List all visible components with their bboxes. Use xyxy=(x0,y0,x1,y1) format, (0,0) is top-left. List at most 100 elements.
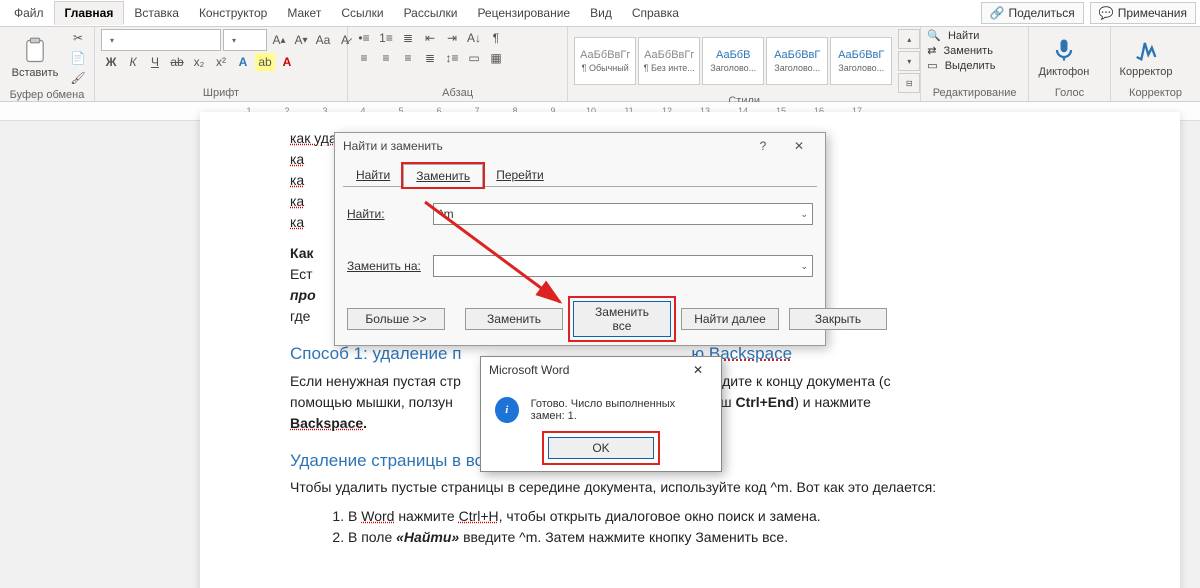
dialog-tab-find[interactable]: Найти xyxy=(343,163,403,186)
tab-design[interactable]: Конструктор xyxy=(189,2,277,24)
align-right-button[interactable]: ≡ xyxy=(398,49,418,67)
justify-button[interactable]: ≣ xyxy=(420,49,440,67)
shrink-font-button[interactable]: A▾ xyxy=(291,31,311,49)
shading-button[interactable]: ▭ xyxy=(464,49,484,67)
find-button[interactable]: 🔍 Найти xyxy=(927,29,979,42)
highlight-button[interactable]: ab xyxy=(255,53,275,71)
styles-scroll-up[interactable]: ▴ xyxy=(898,29,920,49)
font-color-button[interactable]: A xyxy=(277,53,297,71)
tab-layout[interactable]: Макет xyxy=(277,2,331,24)
comments-button[interactable]: 💬Примечания xyxy=(1090,2,1196,24)
show-marks-button[interactable]: ¶ xyxy=(486,29,506,47)
indent-left-button[interactable]: ⇤ xyxy=(420,29,440,47)
close-dialog-button[interactable]: Закрыть xyxy=(789,308,887,330)
cut-button[interactable]: ✂ xyxy=(68,29,88,47)
style-heading2[interactable]: АаБбВвГЗаголово... xyxy=(766,37,828,85)
dialog-close-button[interactable]: ✕ xyxy=(781,139,817,153)
font-family-combo[interactable]: ▾ xyxy=(101,29,221,51)
replace-input[interactable]: ⌄ xyxy=(433,255,813,277)
style-heading3[interactable]: АаБбВвГЗаголово... xyxy=(830,37,892,85)
paste-button[interactable]: Вставить xyxy=(6,30,64,86)
grow-font-button[interactable]: A▴ xyxy=(269,31,289,49)
share-icon: 🔗 xyxy=(990,6,1005,20)
style-normal[interactable]: АаБбВвГг¶ Обычный xyxy=(574,37,636,85)
styles-scroll-down[interactable]: ▾ xyxy=(898,51,920,71)
info-icon: i xyxy=(495,397,519,423)
group-clipboard-label: Буфер обмена xyxy=(6,87,88,103)
styles-expand[interactable]: ⊟ xyxy=(898,73,920,93)
change-case-button[interactable]: Aa xyxy=(313,31,333,49)
doc-line: ка xyxy=(290,151,304,167)
align-left-button[interactable]: ≡ xyxy=(354,49,374,67)
subscript-button[interactable]: x₂ xyxy=(189,53,209,71)
align-center-button[interactable]: ≡ xyxy=(376,49,396,67)
doc-line: ка xyxy=(290,214,304,230)
underline-button[interactable]: Ч xyxy=(145,53,165,71)
tab-home[interactable]: Главная xyxy=(54,1,125,25)
tab-help[interactable]: Справка xyxy=(622,2,689,24)
document-area: 1234567891011121314151617 как удалить пу… xyxy=(0,102,1200,588)
group-editing-label: Редактирование xyxy=(927,85,1022,101)
ribbon: Вставить ✂ 📄 🖌 Буфер обмена ▾ ▾ A▴ A▾ Aa… xyxy=(0,27,1200,102)
doc-line: ка xyxy=(290,172,304,188)
select-button[interactable]: ▭ Выделить xyxy=(927,59,995,72)
find-label: Найти: xyxy=(347,207,425,221)
replace-one-button[interactable]: Заменить xyxy=(465,308,563,330)
more-button[interactable]: Больше >> xyxy=(347,308,445,330)
dialog-tab-goto[interactable]: Перейти xyxy=(483,163,557,186)
italic-button[interactable]: К xyxy=(123,53,143,71)
font-size-combo[interactable]: ▾ xyxy=(223,29,267,51)
dialog-help-button[interactable]: ? xyxy=(745,139,781,153)
dictate-button[interactable]: Диктофон xyxy=(1035,29,1093,85)
bold-button[interactable]: Ж xyxy=(101,53,121,71)
dialog-title: Найти и заменить xyxy=(343,139,443,153)
style-heading1[interactable]: АаБбВЗаголово... xyxy=(702,37,764,85)
borders-button[interactable]: ▦ xyxy=(486,49,506,67)
share-button[interactable]: 🔗Поделиться xyxy=(981,2,1084,24)
replace-button[interactable]: ⇄ Заменить xyxy=(927,44,993,57)
dialog-tab-replace[interactable]: Заменить xyxy=(403,164,483,187)
find-replace-dialog: Найти и заменить ? ✕ Найти Заменить Пере… xyxy=(334,132,826,346)
indent-right-button[interactable]: ⇥ xyxy=(442,29,462,47)
replace-icon: ⇄ xyxy=(927,44,936,57)
comment-icon: 💬 xyxy=(1099,6,1114,20)
doc-line: ка xyxy=(290,193,304,209)
replace-all-button[interactable]: Заменить все xyxy=(573,301,671,337)
list-item: В Word нажмите Ctrl+H, чтобы открыть диа… xyxy=(348,506,1090,527)
ok-button[interactable]: OK xyxy=(548,437,654,459)
editor-button[interactable]: Корректор xyxy=(1117,29,1175,85)
tab-mailings[interactable]: Рассылки xyxy=(394,2,468,24)
search-icon: 🔍 xyxy=(927,29,941,42)
microphone-icon xyxy=(1050,36,1078,64)
group-editor-label: Корректор xyxy=(1117,85,1194,101)
cursor-icon: ▭ xyxy=(927,59,937,72)
tab-review[interactable]: Рецензирование xyxy=(467,2,580,24)
clipboard-icon xyxy=(21,37,49,65)
bullets-button[interactable]: •≡ xyxy=(354,29,374,47)
message-close-button[interactable]: ✕ xyxy=(683,363,713,377)
text-effects-button[interactable]: A xyxy=(233,53,253,71)
line-spacing-button[interactable]: ↕≡ xyxy=(442,49,462,67)
message-title: Microsoft Word xyxy=(489,363,569,377)
list-item: В поле «Найти» введите ^m. Затем нажмите… xyxy=(348,527,1090,548)
find-input[interactable]: ^m⌄ xyxy=(433,203,813,225)
tab-view[interactable]: Вид xyxy=(580,2,622,24)
strike-button[interactable]: ab xyxy=(167,53,187,71)
sort-button[interactable]: A↓ xyxy=(464,29,484,47)
tab-references[interactable]: Ссылки xyxy=(331,2,393,24)
multilevel-button[interactable]: ≣ xyxy=(398,29,418,47)
editor-icon xyxy=(1132,36,1160,64)
styles-gallery[interactable]: АаБбВвГг¶ Обычный АаБбВвГг¶ Без инте... … xyxy=(574,37,892,85)
doc-line: Как xyxy=(290,245,314,261)
superscript-button[interactable]: x² xyxy=(211,53,231,71)
group-font-label: Шрифт xyxy=(101,85,341,101)
group-paragraph-label: Абзац xyxy=(354,85,561,101)
copy-button[interactable]: 📄 xyxy=(68,49,88,67)
find-next-button[interactable]: Найти далее xyxy=(681,308,779,330)
tab-insert[interactable]: Вставка xyxy=(124,2,189,24)
format-painter-button[interactable]: 🖌 xyxy=(68,69,88,87)
style-nospacing[interactable]: АаБбВвГг¶ Без инте... xyxy=(638,37,700,85)
message-text: Готово. Число выполненных замен: 1. xyxy=(531,398,707,422)
tab-file[interactable]: Файл xyxy=(4,2,54,24)
numbering-button[interactable]: 1≡ xyxy=(376,29,396,47)
